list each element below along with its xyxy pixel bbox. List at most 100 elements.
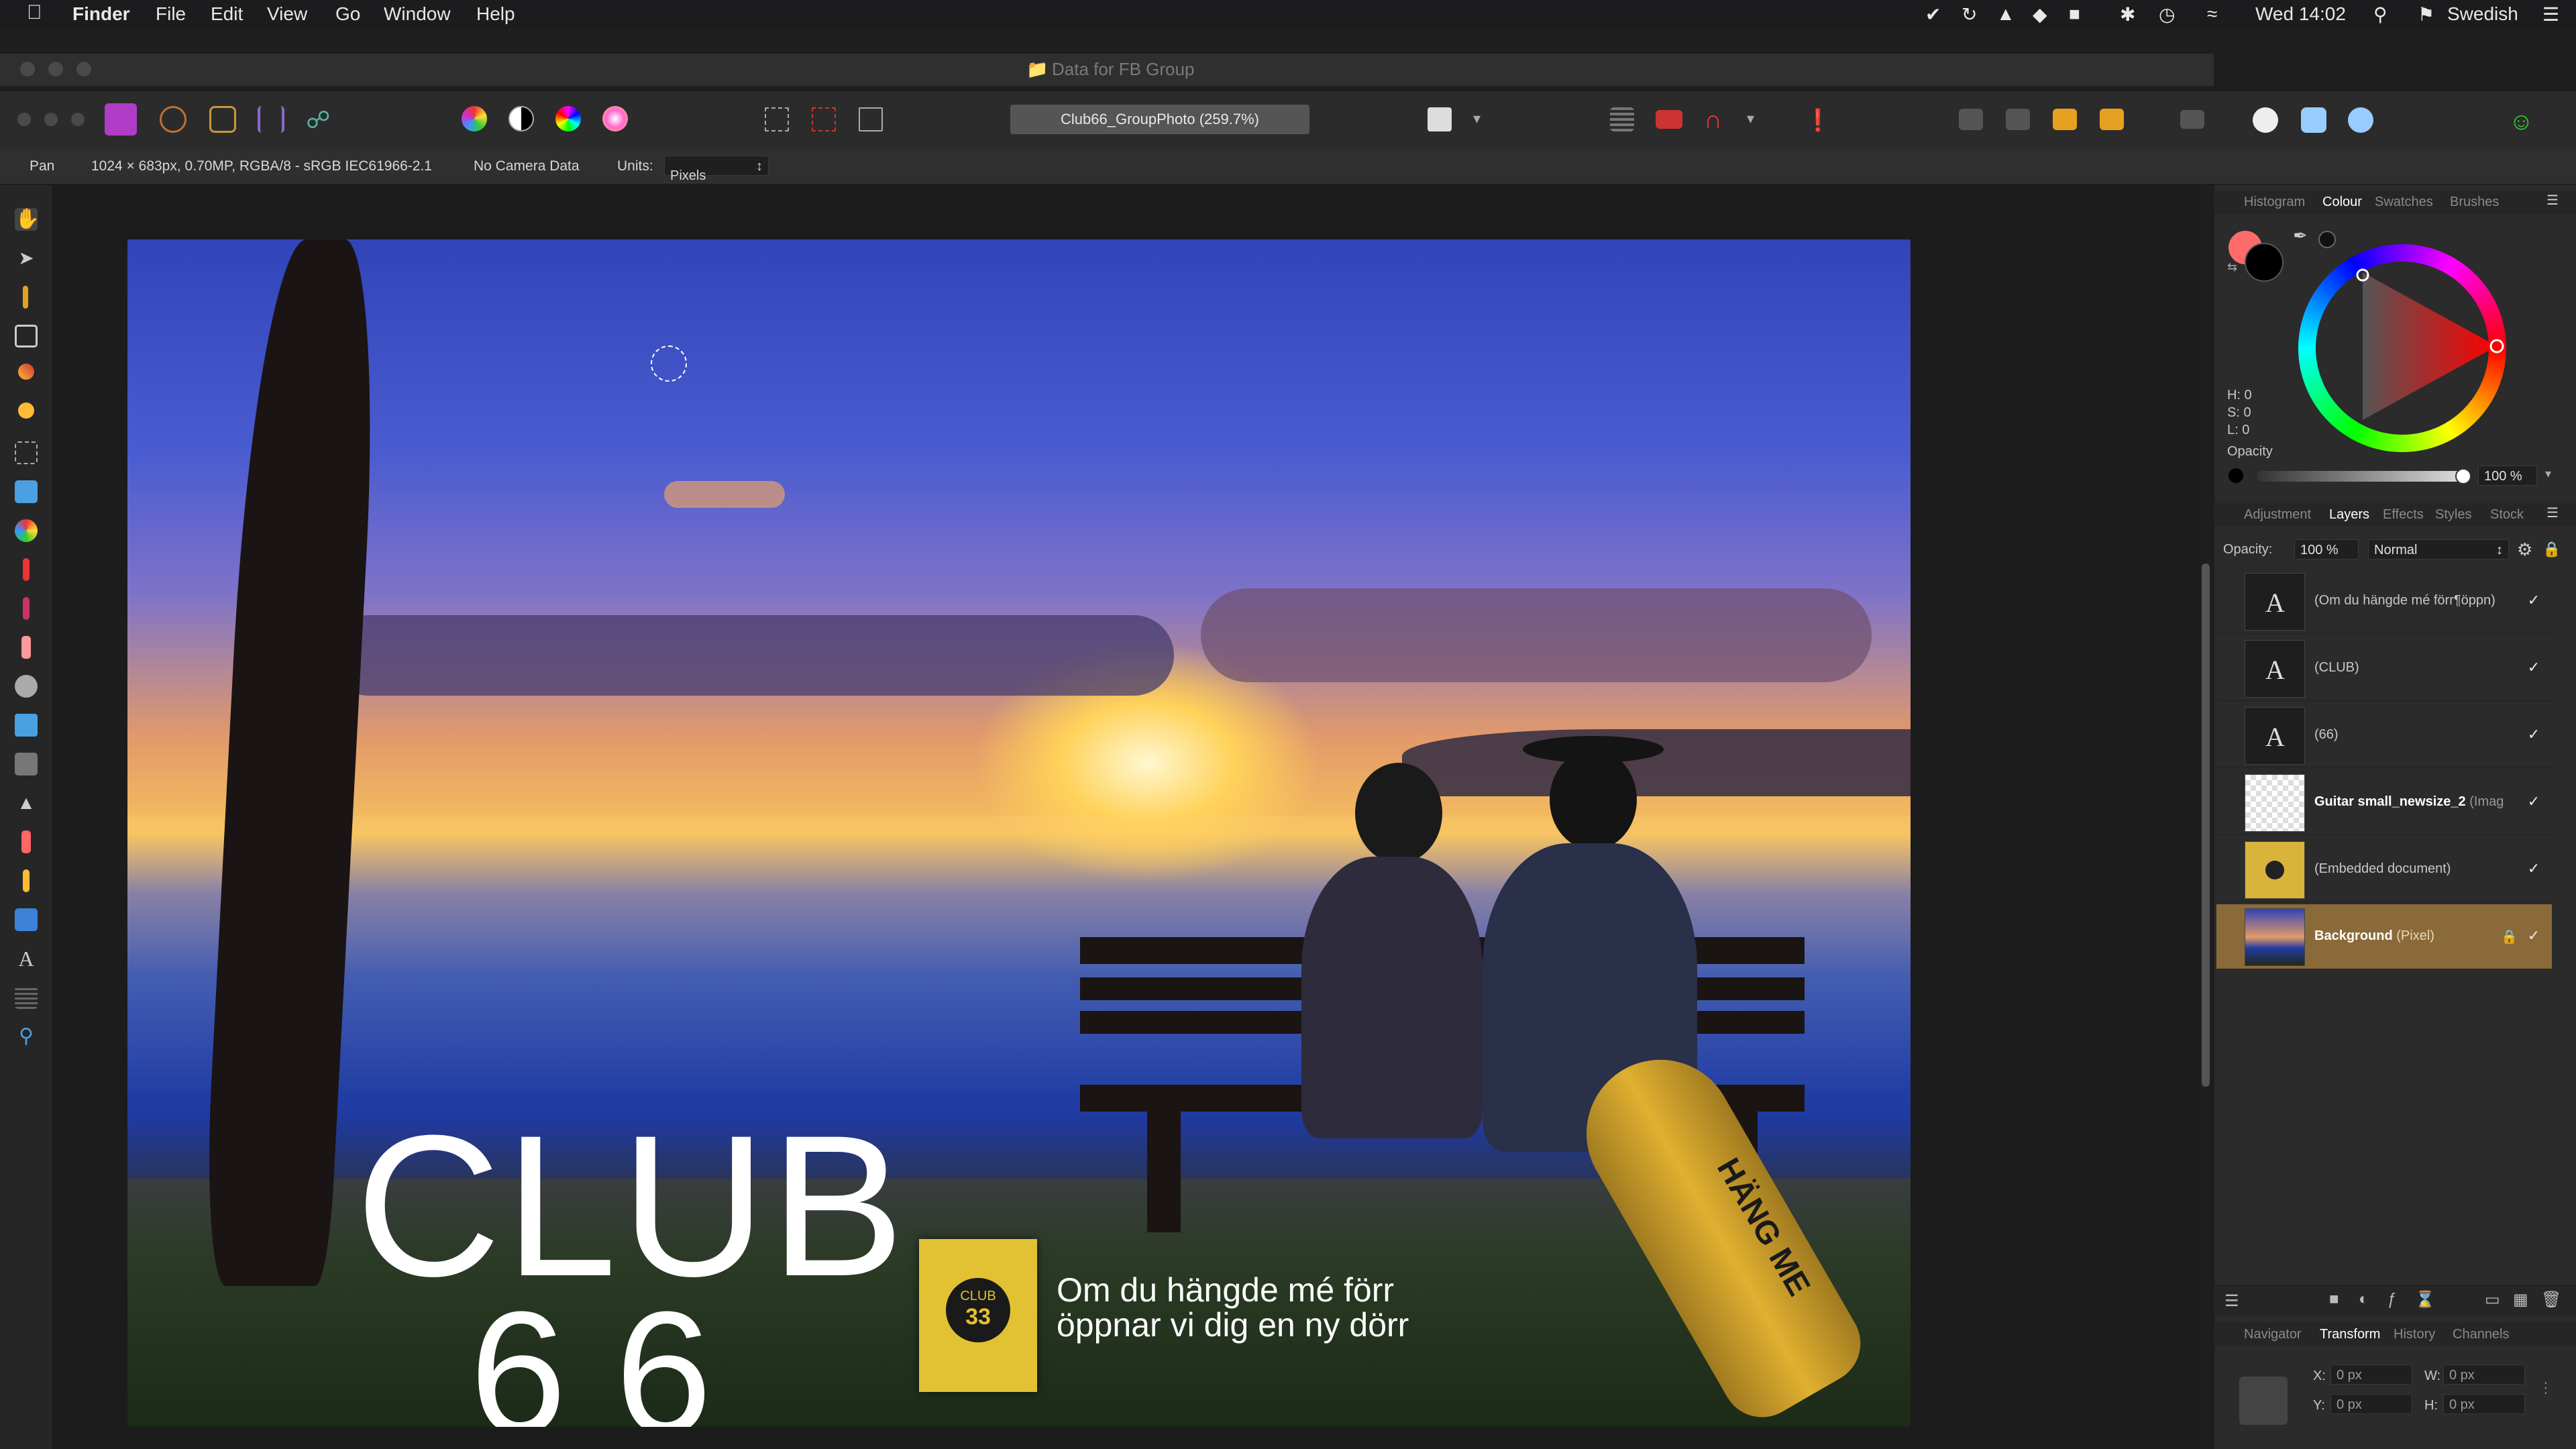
magnet-icon[interactable]: ∩ — [1704, 106, 1731, 134]
crop-tool-icon[interactable] — [15, 325, 38, 347]
tab-stock[interactable]: Stock — [2490, 507, 2524, 523]
status-check-icon[interactable]: ✔ — [1925, 3, 1941, 25]
snapping-dropdown-icon[interactable]: ▾ — [1747, 110, 1754, 127]
tab-channels[interactable]: Channels — [2453, 1327, 2510, 1342]
eyedropper-icon[interactable]: ✒ — [2293, 225, 2308, 246]
layer-row[interactable]: A (Om du hängde mé förr¶öppn) ✓ — [2216, 569, 2552, 634]
menu-view[interactable]: View — [267, 3, 307, 25]
fx-icon[interactable]: ƒ — [2387, 1290, 2396, 1309]
force-pixel-alignment-icon[interactable]: ❗ — [1805, 107, 1831, 132]
time-machine-icon[interactable]: ◷ — [2159, 3, 2175, 25]
layer-row[interactable]: Guitar small_newsize_2 (Imag ✓ — [2216, 770, 2552, 835]
layer-visibility-checkbox[interactable]: ✓ — [2525, 860, 2542, 877]
tab-colour[interactable]: Colour — [2322, 195, 2362, 210]
quick-mask-icon[interactable] — [1428, 107, 1452, 131]
club33-badge[interactable]: CLUB 33 — [919, 1239, 1037, 1392]
document-title[interactable]: Club66_GroupPhoto (259.7%) — [1010, 105, 1309, 134]
opacity-slider-knob[interactable] — [2455, 468, 2471, 484]
layer-stack-icon[interactable]: ☰ — [2224, 1291, 2239, 1311]
grid-snapping-icon[interactable] — [1610, 107, 1634, 131]
aspect-link-icon[interactable]: ⋮ — [2538, 1379, 2553, 1397]
document-photo[interactable]: HÄNG ME CLUB 6 6 CLUB 33 Om du hängde mé… — [127, 239, 1911, 1427]
menu-window[interactable]: Window — [384, 3, 451, 25]
auto-levels-icon[interactable] — [462, 106, 487, 131]
deselect-icon[interactable] — [812, 107, 836, 131]
opacity-slider[interactable] — [2257, 471, 2462, 482]
layer-visibility-checkbox[interactable]: ✓ — [2525, 592, 2542, 609]
tab-transform[interactable]: Transform — [2320, 1327, 2380, 1342]
export-persona-icon[interactable]: ☍ — [306, 106, 333, 133]
studio-layers-icon[interactable] — [2301, 107, 2326, 133]
menu-app-name[interactable]: Finder — [72, 3, 130, 25]
wifi-icon[interactable]: ≈ — [2207, 3, 2217, 25]
layer-visibility-checkbox[interactable]: ✓ — [2525, 659, 2542, 676]
tab-swatches[interactable]: Swatches — [2375, 195, 2433, 210]
caption-text[interactable]: Om du hängde mé förr öppnar vi dig en ny… — [1057, 1273, 1409, 1342]
zoom-window-button[interactable] — [76, 62, 91, 76]
spotlight-search-icon[interactable]: ⚲ — [2373, 3, 2387, 25]
pen-tool-icon[interactable] — [23, 869, 30, 892]
secondary-colour-swatch[interactable] — [2245, 243, 2284, 282]
w-field[interactable]: 0 px — [2443, 1364, 2525, 1385]
panel-menu-icon[interactable]: ☰ — [2546, 192, 2559, 209]
blend-mode-select[interactable]: Normal ↕ — [2368, 539, 2509, 559]
text-tool-icon[interactable]: A — [15, 947, 38, 970]
layer-row[interactable]: A (66) ✓ — [2216, 703, 2552, 768]
flood-fill-tool-icon[interactable] — [15, 480, 38, 503]
rectangle-tool-icon[interactable] — [15, 908, 38, 931]
y-field[interactable]: 0 px — [2330, 1394, 2412, 1414]
status-circle-icon[interactable]: ▲ — [1996, 3, 2015, 25]
h-field[interactable]: 0 px — [2443, 1394, 2525, 1414]
arrange-back-icon[interactable] — [1959, 109, 1983, 130]
photo-persona-icon[interactable] — [105, 103, 137, 136]
auto-white-balance-icon[interactable] — [602, 106, 628, 131]
close-doc-button[interactable] — [17, 113, 31, 126]
notification-center-icon[interactable]: ☰ — [2542, 3, 2559, 25]
close-window-button[interactable] — [20, 62, 35, 76]
x-field[interactable]: 0 px — [2330, 1364, 2412, 1385]
flood-select-tool-icon[interactable] — [18, 402, 34, 419]
healing-brush-tool-icon[interactable] — [15, 753, 38, 775]
layers-panel-menu-icon[interactable]: ☰ — [2546, 504, 2559, 521]
tab-history[interactable]: History — [2394, 1327, 2435, 1342]
user-account-icon[interactable]: ☺ — [2509, 107, 2534, 135]
anchor-point-selector[interactable] — [2239, 1377, 2288, 1425]
live-filter-icon[interactable]: ⌛ — [2415, 1290, 2435, 1309]
menu-go[interactable]: Go — [335, 3, 360, 25]
tone-mapping-persona-icon[interactable] — [258, 106, 284, 133]
new-group-icon[interactable]: ▭ — [2485, 1290, 2500, 1309]
menu-edit[interactable]: Edit — [211, 3, 243, 25]
zoom-doc-button[interactable] — [71, 113, 85, 126]
opacity-value-field[interactable]: 100 % — [2478, 466, 2537, 486]
colour-picker-tool-icon[interactable] — [23, 286, 28, 309]
develop-persona-icon[interactable] — [209, 106, 236, 133]
invert-selection-icon[interactable] — [859, 107, 883, 131]
zoom-tool-icon[interactable]: ⚲ — [15, 1025, 38, 1048]
layer-row[interactable]: A (CLUB) ✓ — [2216, 636, 2552, 701]
liquify-persona-icon[interactable] — [160, 106, 186, 133]
colour-triangle[interactable] — [2298, 244, 2506, 452]
minimize-window-button[interactable] — [48, 62, 63, 76]
tab-brushes[interactable]: Brushes — [2450, 195, 2499, 210]
tab-adjustment[interactable]: Adjustment — [2244, 507, 2311, 523]
tab-styles[interactable]: Styles — [2435, 507, 2471, 523]
adjustment-layer-icon[interactable]: ◐ — [2359, 1290, 2369, 1309]
clone-brush-tool-icon[interactable] — [15, 714, 38, 737]
paint-brush-tool-icon[interactable] — [23, 558, 30, 581]
layer-visibility-checkbox[interactable]: ✓ — [2525, 793, 2542, 810]
dodge-brush-tool-icon[interactable] — [15, 675, 38, 698]
tab-effects[interactable]: Effects — [2383, 507, 2424, 523]
arrange-backward-icon[interactable] — [2006, 109, 2030, 130]
input-source-label[interactable]: Swedish — [2447, 3, 2518, 25]
menu-help[interactable]: Help — [476, 3, 515, 25]
minimize-doc-button[interactable] — [44, 113, 58, 126]
apple-menu-icon[interactable]:  — [27, 1, 42, 24]
menu-file[interactable]: File — [156, 3, 186, 25]
layer-visibility-checkbox[interactable]: ✓ — [2525, 927, 2542, 945]
tab-navigator[interactable]: Navigator — [2244, 1327, 2302, 1342]
move-tool-icon[interactable]: ➤ — [15, 247, 38, 270]
swap-colours-icon[interactable]: ⇆ — [2227, 260, 2237, 274]
erase-brush-tool-icon[interactable] — [21, 636, 31, 659]
club-number-text[interactable]: 6 6 — [470, 1286, 712, 1427]
hand-tool-icon[interactable]: ✋ — [15, 208, 40, 231]
